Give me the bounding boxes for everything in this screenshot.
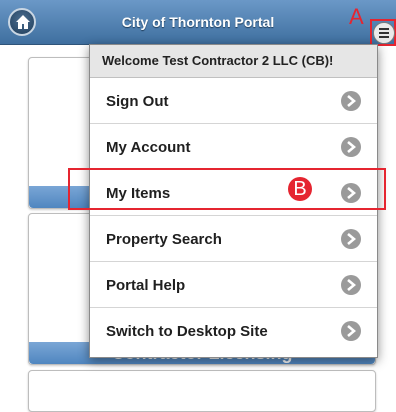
- chevron-right-icon: [341, 275, 361, 295]
- callout-b: B: [288, 177, 312, 201]
- menu-item-label: Property Search: [106, 231, 222, 248]
- welcome-header: Welcome Test Contractor 2 LLC (CB)!: [90, 45, 377, 78]
- menu-item-my-account[interactable]: My Account: [90, 124, 377, 170]
- menu-item-portal-help[interactable]: Portal Help: [90, 262, 377, 308]
- menu-item-label: Sign Out: [106, 93, 169, 110]
- background-tile-3[interactable]: [28, 370, 376, 412]
- menu-item-label: Portal Help: [106, 277, 186, 294]
- chevron-right-icon: [341, 321, 361, 341]
- callout-b-box: [68, 168, 386, 210]
- callout-a: A: [349, 4, 364, 29]
- menu-item-property-search[interactable]: Property Search: [90, 216, 377, 262]
- chevron-right-icon: [341, 137, 361, 157]
- menu-item-sign-out[interactable]: Sign Out: [90, 78, 377, 124]
- app-header: City of Thornton Portal: [0, 0, 396, 45]
- menu-item-switch-desktop[interactable]: Switch to Desktop Site: [90, 308, 377, 354]
- page-title: City of Thornton Portal: [121, 14, 275, 30]
- menu-item-label: Switch to Desktop Site: [106, 323, 268, 340]
- hamburger-menu-icon: [379, 28, 389, 30]
- menu-item-label: My Account: [106, 139, 191, 156]
- chevron-right-icon: [341, 91, 361, 111]
- menu-button[interactable]: [373, 22, 395, 44]
- hamburger-menu-icon-line: [379, 36, 389, 38]
- hamburger-menu-icon-line: [379, 32, 389, 34]
- chevron-right-icon: [341, 229, 361, 249]
